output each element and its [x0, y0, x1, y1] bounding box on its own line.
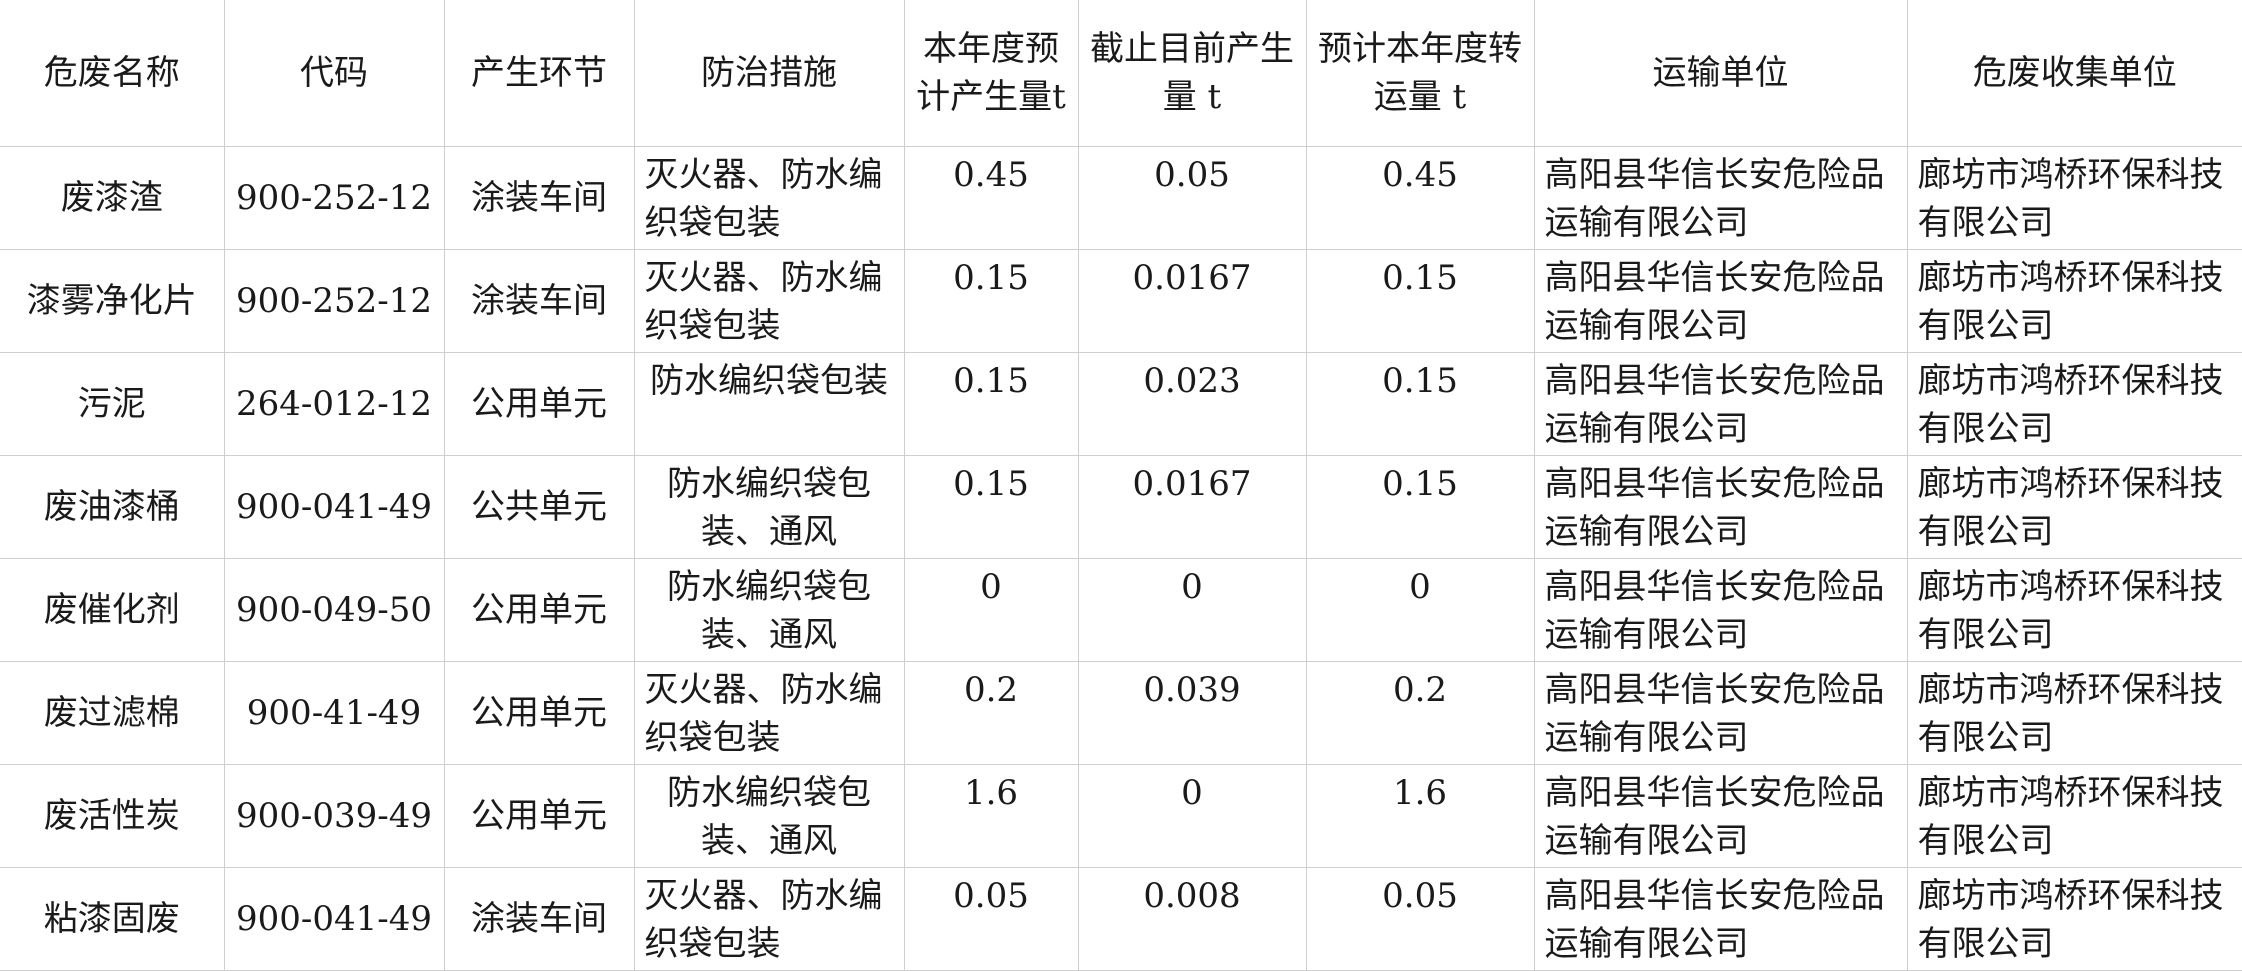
cell-current-amount: 0.0167: [1077, 455, 1307, 559]
cell-waste-name: 漆雾净化片: [0, 249, 225, 353]
cell-code: 900-049-50: [223, 558, 445, 662]
header-current-amount: 截止目前产生量 t: [1077, 0, 1307, 147]
hazardous-waste-table-container: 危废名称 代码 产生环节 防治措施 本年度预计产生量t 截止目前产生量 t 预计…: [0, 0, 2242, 971]
cell-measures: 灭火器、防水编织袋包装: [633, 661, 905, 765]
cell-current-amount: 0.008: [1077, 867, 1307, 971]
cell-current-amount: 0.0167: [1077, 249, 1307, 353]
table-row: 废油漆桶 900-041-49 公共单元 防水编织袋包装、通风 0.15 0.0…: [0, 455, 2242, 559]
cell-stage: 涂装车间: [443, 867, 635, 971]
cell-code: 900-252-12: [223, 146, 445, 250]
cell-annual-transfer: 0: [1305, 558, 1535, 662]
cell-current-amount: 0: [1077, 764, 1307, 868]
cell-annual-transfer: 0.2: [1305, 661, 1535, 765]
header-code: 代码: [223, 0, 445, 147]
cell-transport-unit: 高阳县华信长安危险品运输有限公司: [1533, 249, 1908, 353]
cell-waste-name: 污泥: [0, 352, 225, 456]
cell-code: 900-252-12: [223, 249, 445, 353]
cell-annual-estimate: 0.15: [903, 352, 1079, 456]
cell-stage: 公共单元: [443, 455, 635, 559]
cell-code: 900-41-49: [223, 661, 445, 765]
cell-measures: 防水编织袋包装、通风: [633, 558, 905, 662]
cell-transport-unit: 高阳县华信长安危险品运输有限公司: [1533, 867, 1908, 971]
header-collection-unit: 危废收集单位: [1906, 0, 2242, 147]
cell-annual-transfer: 1.6: [1305, 764, 1535, 868]
table-header: 危废名称 代码 产生环节 防治措施 本年度预计产生量t 截止目前产生量 t 预计…: [0, 0, 2242, 147]
cell-code: 900-041-49: [223, 455, 445, 559]
cell-code: 264-012-12: [223, 352, 445, 456]
cell-annual-estimate: 0.05: [903, 867, 1079, 971]
header-measures: 防治措施: [633, 0, 905, 147]
cell-waste-name: 废催化剂: [0, 558, 225, 662]
cell-stage: 公用单元: [443, 661, 635, 765]
cell-collection-unit: 廊坊市鸿桥环保科技有限公司: [1906, 146, 2242, 250]
cell-waste-name: 废漆渣: [0, 146, 225, 250]
cell-current-amount: 0: [1077, 558, 1307, 662]
cell-current-amount: 0.05: [1077, 146, 1307, 250]
cell-current-amount: 0.039: [1077, 661, 1307, 765]
cell-code: 900-041-49: [223, 867, 445, 971]
cell-current-amount: 0.023: [1077, 352, 1307, 456]
table-row: 粘漆固废 900-041-49 涂装车间 灭火器、防水编织袋包装 0.05 0.…: [0, 867, 2242, 971]
cell-transport-unit: 高阳县华信长安危险品运输有限公司: [1533, 146, 1908, 250]
cell-annual-estimate: 0.15: [903, 455, 1079, 559]
cell-waste-name: 废活性炭: [0, 764, 225, 868]
cell-measures: 防水编织袋包装、通风: [633, 455, 905, 559]
header-transport-unit: 运输单位: [1533, 0, 1908, 147]
cell-measures: 防水编织袋包装: [633, 352, 905, 456]
table-body: 废漆渣 900-252-12 涂装车间 灭火器、防水编织袋包装 0.45 0.0…: [0, 146, 2242, 971]
cell-collection-unit: 廊坊市鸿桥环保科技有限公司: [1906, 661, 2242, 765]
cell-collection-unit: 廊坊市鸿桥环保科技有限公司: [1906, 455, 2242, 559]
header-annual-transfer: 预计本年度转运量 t: [1305, 0, 1535, 147]
cell-stage: 涂装车间: [443, 249, 635, 353]
cell-annual-transfer: 0.15: [1305, 352, 1535, 456]
cell-measures: 灭火器、防水编织袋包装: [633, 146, 905, 250]
cell-annual-estimate: 0: [903, 558, 1079, 662]
cell-transport-unit: 高阳县华信长安危险品运输有限公司: [1533, 661, 1908, 765]
header-annual-estimate: 本年度预计产生量t: [903, 0, 1079, 147]
cell-annual-transfer: 0.45: [1305, 146, 1535, 250]
cell-code: 900-039-49: [223, 764, 445, 868]
table-row: 废活性炭 900-039-49 公用单元 防水编织袋包装、通风 1.6 0 1.…: [0, 764, 2242, 868]
cell-collection-unit: 廊坊市鸿桥环保科技有限公司: [1906, 249, 2242, 353]
cell-waste-name: 废油漆桶: [0, 455, 225, 559]
cell-measures: 防水编织袋包装、通风: [633, 764, 905, 868]
cell-transport-unit: 高阳县华信长安危险品运输有限公司: [1533, 764, 1908, 868]
cell-collection-unit: 廊坊市鸿桥环保科技有限公司: [1906, 867, 2242, 971]
cell-stage: 公用单元: [443, 764, 635, 868]
cell-stage: 涂装车间: [443, 146, 635, 250]
cell-annual-transfer: 0.15: [1305, 249, 1535, 353]
cell-collection-unit: 廊坊市鸿桥环保科技有限公司: [1906, 764, 2242, 868]
cell-waste-name: 粘漆固废: [0, 867, 225, 971]
cell-collection-unit: 廊坊市鸿桥环保科技有限公司: [1906, 558, 2242, 662]
header-row: 危废名称 代码 产生环节 防治措施 本年度预计产生量t 截止目前产生量 t 预计…: [0, 0, 2242, 147]
cell-stage: 公用单元: [443, 352, 635, 456]
cell-transport-unit: 高阳县华信长安危险品运输有限公司: [1533, 352, 1908, 456]
hazardous-waste-table: 危废名称 代码 产生环节 防治措施 本年度预计产生量t 截止目前产生量 t 预计…: [0, 0, 2242, 971]
table-row: 漆雾净化片 900-252-12 涂装车间 灭火器、防水编织袋包装 0.15 0…: [0, 249, 2242, 353]
cell-stage: 公用单元: [443, 558, 635, 662]
table-row: 污泥 264-012-12 公用单元 防水编织袋包装 0.15 0.023 0.…: [0, 352, 2242, 456]
table-row: 废漆渣 900-252-12 涂装车间 灭火器、防水编织袋包装 0.45 0.0…: [0, 146, 2242, 250]
cell-measures: 灭火器、防水编织袋包装: [633, 249, 905, 353]
header-stage: 产生环节: [443, 0, 635, 147]
cell-waste-name: 废过滤棉: [0, 661, 225, 765]
cell-annual-transfer: 0.15: [1305, 455, 1535, 559]
table-row: 废催化剂 900-049-50 公用单元 防水编织袋包装、通风 0 0 0 高阳…: [0, 558, 2242, 662]
cell-annual-estimate: 0.45: [903, 146, 1079, 250]
cell-annual-estimate: 0.15: [903, 249, 1079, 353]
table-row: 废过滤棉 900-41-49 公用单元 灭火器、防水编织袋包装 0.2 0.03…: [0, 661, 2242, 765]
cell-transport-unit: 高阳县华信长安危险品运输有限公司: [1533, 558, 1908, 662]
cell-collection-unit: 廊坊市鸿桥环保科技有限公司: [1906, 352, 2242, 456]
cell-measures: 灭火器、防水编织袋包装: [633, 867, 905, 971]
header-waste-name: 危废名称: [0, 0, 225, 147]
cell-annual-estimate: 1.6: [903, 764, 1079, 868]
cell-annual-estimate: 0.2: [903, 661, 1079, 765]
cell-annual-transfer: 0.05: [1305, 867, 1535, 971]
cell-transport-unit: 高阳县华信长安危险品运输有限公司: [1533, 455, 1908, 559]
